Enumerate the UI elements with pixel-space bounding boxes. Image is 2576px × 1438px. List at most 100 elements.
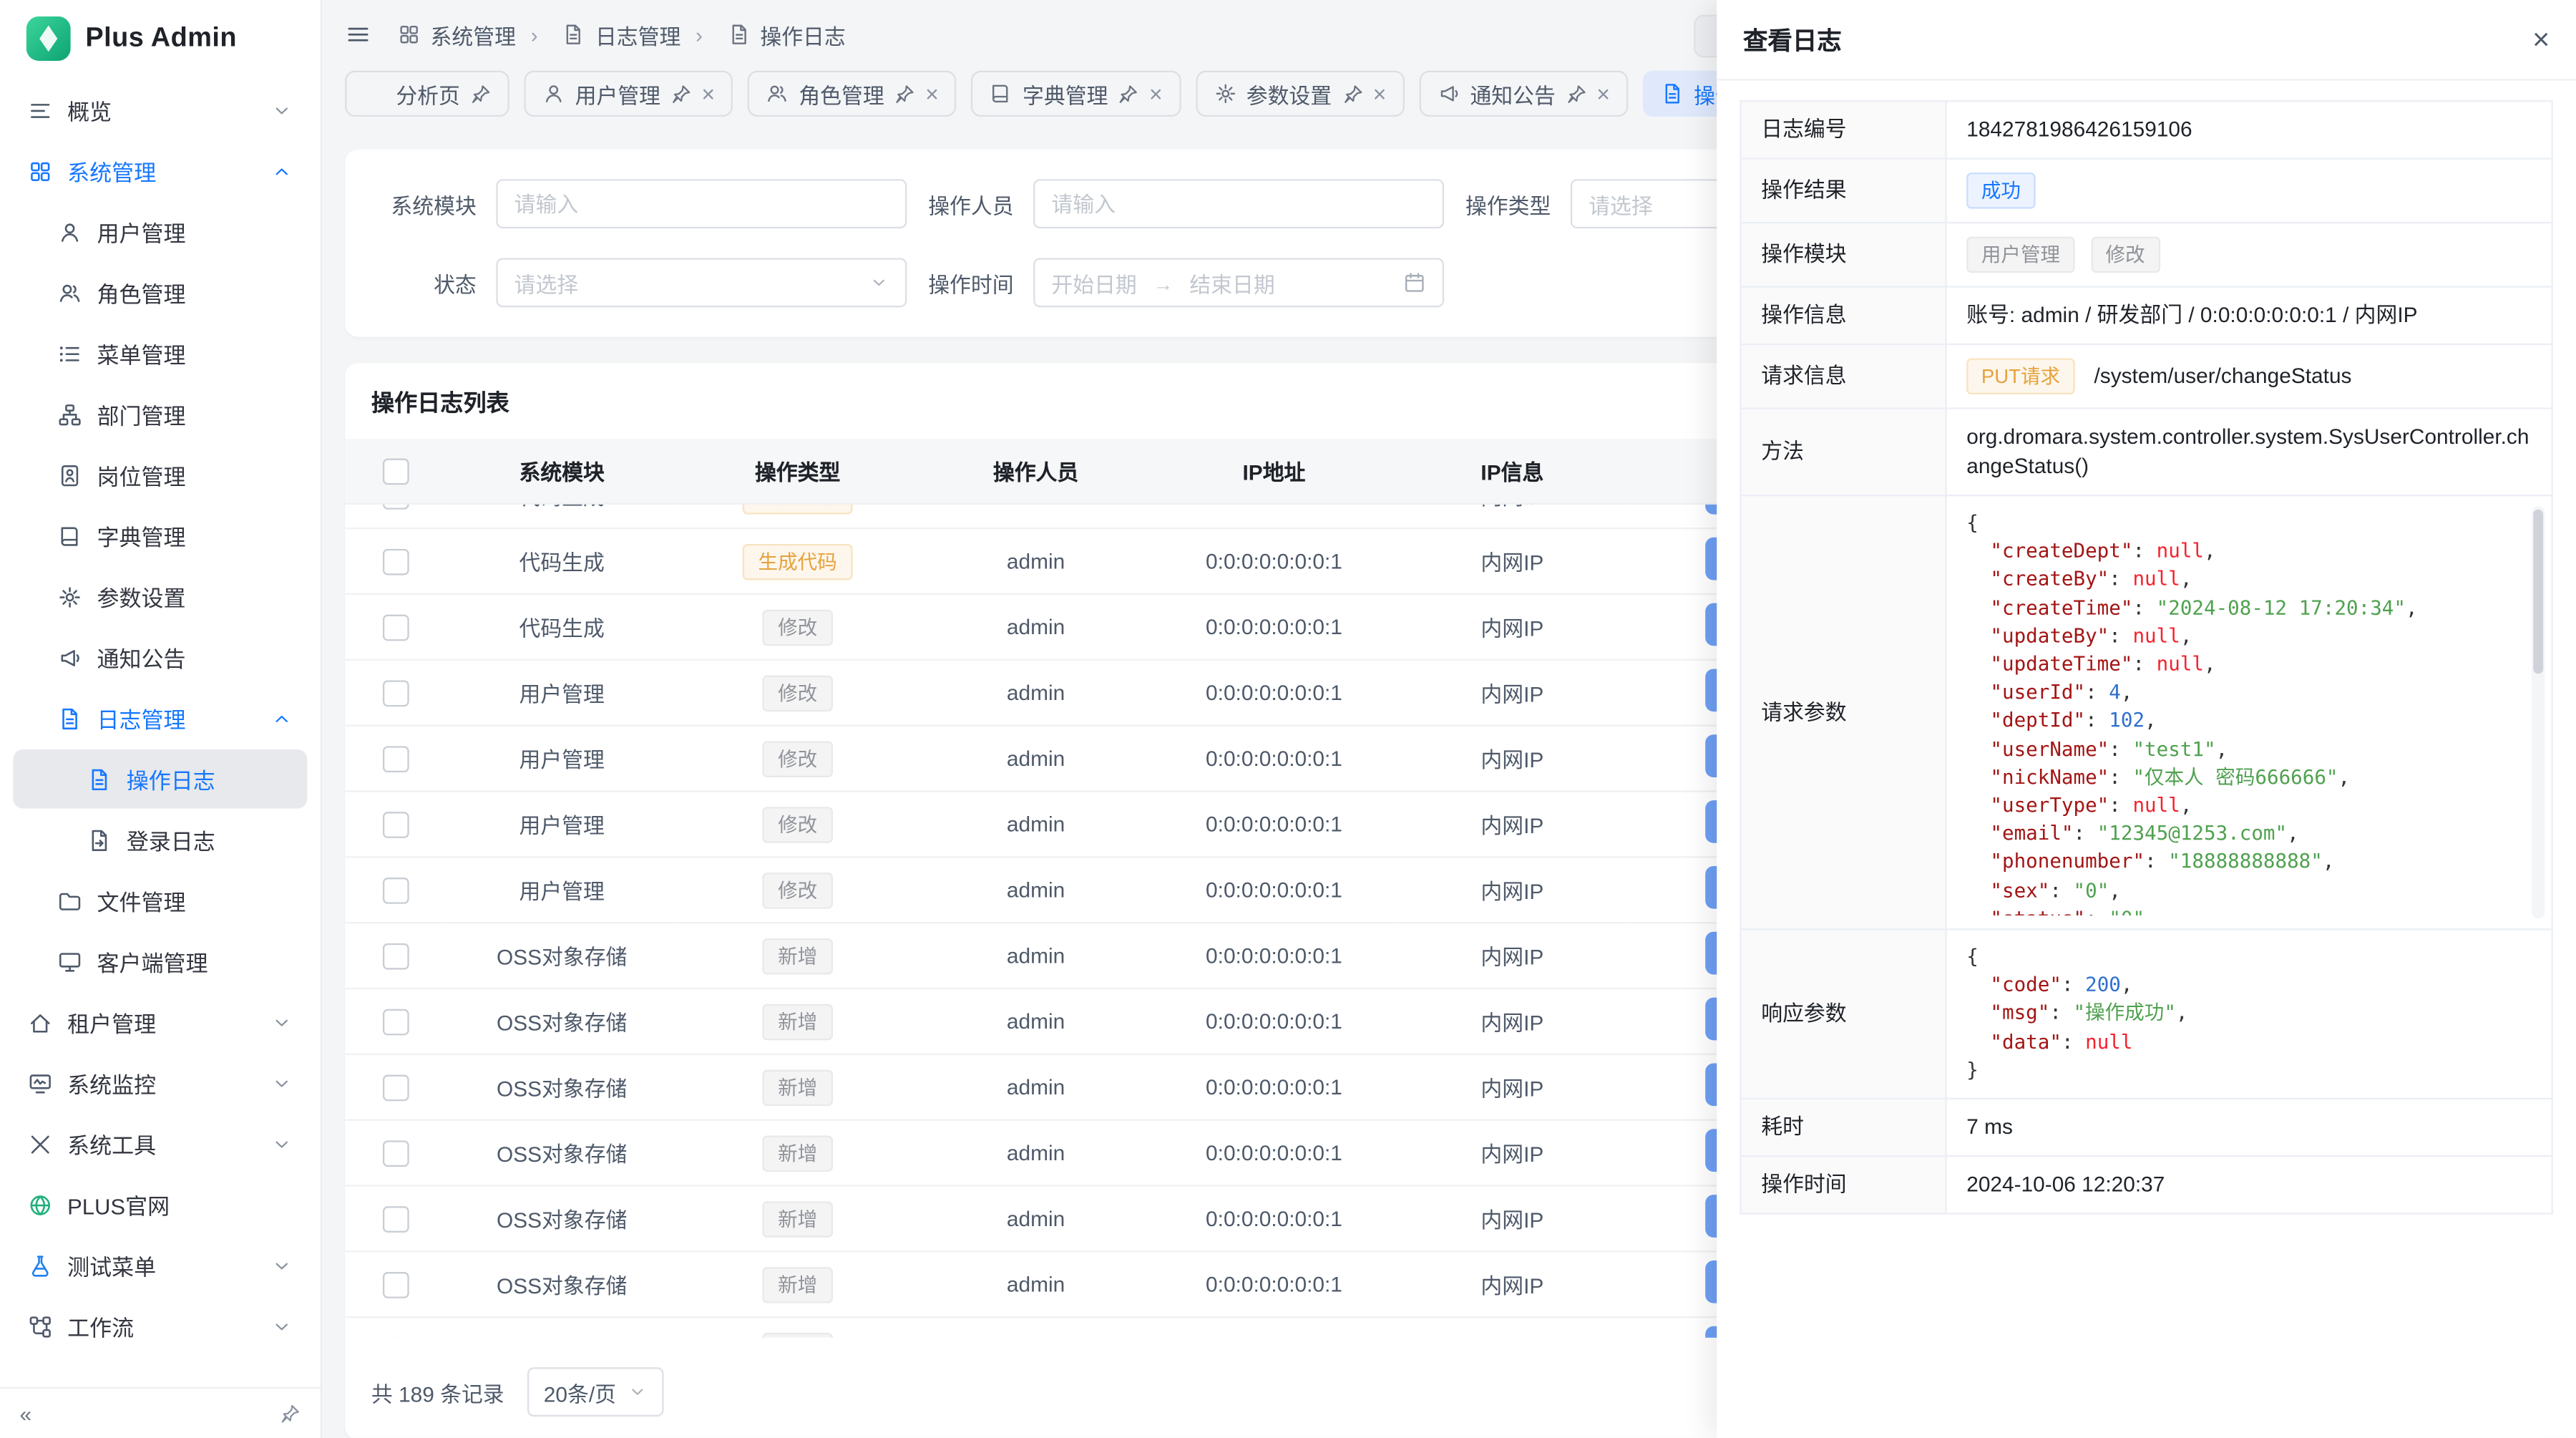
- type-badge: 修改: [763, 806, 831, 842]
- close-icon[interactable]: [1373, 82, 1387, 105]
- menu-item-label: 文件管理: [97, 884, 185, 917]
- breadcrumb-icon: [562, 23, 585, 46]
- sidebar-item-dept-mgmt[interactable]: 部门管理: [13, 384, 307, 444]
- tab-label: 用户管理: [575, 78, 660, 110]
- sidebar-item-post-mgmt[interactable]: 岗位管理: [13, 445, 307, 505]
- row-checkbox[interactable]: [382, 1009, 409, 1035]
- dashboard-icon: [28, 98, 52, 122]
- sidebar-item-workflow[interactable]: 工作流: [13, 1296, 307, 1356]
- chevron-icon: [271, 768, 293, 790]
- tab-dict-mgmt[interactable]: 字典管理: [972, 71, 1181, 117]
- sidebar-item-client-mgmt[interactable]: 客户端管理: [13, 932, 307, 991]
- sidebar-item-operation-log[interactable]: 操作日志: [13, 749, 307, 809]
- log-icon: [57, 706, 82, 730]
- close-icon[interactable]: [1596, 82, 1610, 105]
- request-params-json[interactable]: { "createDept": null, "createBy": null, …: [1966, 510, 2532, 915]
- sidebar-item-login-log[interactable]: 登录日志: [13, 810, 307, 870]
- sidebar-item-role-mgmt[interactable]: 角色管理: [13, 263, 307, 322]
- scrollbar-thumb[interactable]: [2533, 510, 2543, 674]
- login-log-icon: [87, 827, 112, 852]
- close-icon[interactable]: [2532, 24, 2550, 54]
- scrollbar[interactable]: [2532, 506, 2545, 918]
- row-checkbox[interactable]: [382, 746, 409, 772]
- row-checkbox[interactable]: [382, 943, 409, 969]
- cell-ip-info: 内网IP: [1393, 528, 1631, 594]
- status-filter-select[interactable]: 请选择: [496, 258, 907, 307]
- sidebar-item-param-settings[interactable]: 参数设置: [13, 567, 307, 626]
- http-method-badge: PUT请求: [1966, 359, 2075, 395]
- menu-item-label: 角色管理: [97, 276, 185, 309]
- row-checkbox[interactable]: [382, 1074, 409, 1101]
- row-checkbox[interactable]: [382, 505, 409, 509]
- cell-ip: 0:0:0:0:0:0:0:1: [1155, 1054, 1393, 1120]
- module-filter-input[interactable]: [496, 179, 907, 228]
- menu-item-label: 系统工具: [67, 1127, 156, 1160]
- sidebar-item-test-menu[interactable]: 测试菜单: [13, 1236, 307, 1296]
- row-checkbox[interactable]: [382, 1206, 409, 1233]
- sidebar-item-menu-mgmt[interactable]: 菜单管理: [13, 324, 307, 383]
- pin-icon[interactable]: [279, 1403, 301, 1424]
- collapse-sidebar-button[interactable]: [20, 1401, 32, 1425]
- menu-item-label: 菜单管理: [97, 337, 185, 370]
- row-checkbox[interactable]: [382, 614, 409, 641]
- cell-module: OSS对象存储: [445, 988, 678, 1054]
- row-checkbox[interactable]: [382, 878, 409, 904]
- row-checkbox[interactable]: [382, 1272, 409, 1298]
- type-badge: 新增: [763, 1200, 831, 1237]
- pin-icon[interactable]: [470, 83, 492, 105]
- tab-role-mgmt[interactable]: 角色管理: [748, 71, 957, 117]
- system-icon: [28, 159, 52, 183]
- sidebar-item-user-mgmt[interactable]: 用户管理: [13, 202, 307, 261]
- cell-operator: admin: [917, 1054, 1155, 1120]
- row-checkbox[interactable]: [382, 812, 409, 838]
- breadcrumb-operation-log[interactable]: 操作日志: [680, 19, 845, 50]
- tab-notice[interactable]: 通知公告: [1419, 71, 1628, 117]
- type-badge: 生成代码: [743, 505, 852, 514]
- row-checkbox[interactable]: [382, 548, 409, 575]
- tab-param-settings[interactable]: 参数设置: [1196, 71, 1405, 117]
- time-range-picker[interactable]: 开始日期 结束日期: [1033, 258, 1444, 307]
- pin-icon[interactable]: [894, 83, 916, 105]
- pin-icon[interactable]: [1566, 83, 1587, 105]
- row-checkbox[interactable]: [382, 1337, 409, 1338]
- sidebar-item-overview[interactable]: 概览: [13, 81, 307, 140]
- sidebar-item-dict-mgmt[interactable]: 字典管理: [13, 506, 307, 565]
- col-ip: IP地址: [1155, 439, 1393, 504]
- sidebar-item-file-mgmt[interactable]: 文件管理: [13, 871, 307, 931]
- menu-item-label: 参数设置: [97, 580, 185, 613]
- field-value: 账号: admin / 研发部门 / 0:0:0:0:0:0:0:1 / 内网I…: [1946, 287, 2552, 344]
- tab-analysis[interactable]: 分析页: [345, 71, 509, 117]
- breadcrumb-system-mgmt[interactable]: 系统管理: [398, 19, 516, 50]
- sidebar-item-tenant-mgmt[interactable]: 租户管理: [13, 993, 307, 1052]
- pin-icon[interactable]: [1118, 83, 1139, 105]
- sidebar-item-system-monitor[interactable]: 系统监控: [13, 1054, 307, 1113]
- cell-operator: admin: [917, 791, 1155, 857]
- breadcrumb-log-mgmt[interactable]: 日志管理: [516, 19, 680, 50]
- select-all-checkbox[interactable]: [382, 458, 409, 485]
- tab-user-mgmt[interactable]: 用户管理: [524, 71, 733, 117]
- operator-filter-input[interactable]: [1033, 179, 1444, 228]
- close-icon[interactable]: [925, 82, 939, 105]
- website-icon: [28, 1192, 52, 1217]
- chevron-icon: [271, 1072, 293, 1094]
- sidebar-item-plus-website[interactable]: PLUS官网: [13, 1175, 307, 1235]
- type-badge: 新增: [763, 1004, 831, 1040]
- close-icon[interactable]: [1149, 82, 1163, 105]
- tab-label: 通知公告: [1470, 78, 1555, 110]
- pin-icon[interactable]: [670, 83, 692, 105]
- chevron-icon: [271, 1194, 293, 1215]
- row-checkbox[interactable]: [382, 1140, 409, 1167]
- cell-module: 用户管理: [445, 726, 678, 792]
- sidebar-item-system-tools[interactable]: 系统工具: [13, 1114, 307, 1174]
- menu-item-label: 岗位管理: [97, 459, 185, 492]
- sidebar-item-log-mgmt[interactable]: 日志管理: [13, 689, 307, 748]
- sidebar-item-system-mgmt[interactable]: 系统管理: [13, 141, 307, 200]
- menu-toggle-icon[interactable]: [345, 21, 371, 48]
- pin-icon[interactable]: [1342, 83, 1363, 105]
- app-logo: Plus Admin: [0, 0, 321, 76]
- calendar-icon: [1403, 271, 1426, 294]
- page-size-select[interactable]: 20条/页: [527, 1367, 664, 1417]
- row-checkbox[interactable]: [382, 680, 409, 706]
- close-icon[interactable]: [701, 82, 715, 105]
- sidebar-item-notice[interactable]: 通知公告: [13, 628, 307, 687]
